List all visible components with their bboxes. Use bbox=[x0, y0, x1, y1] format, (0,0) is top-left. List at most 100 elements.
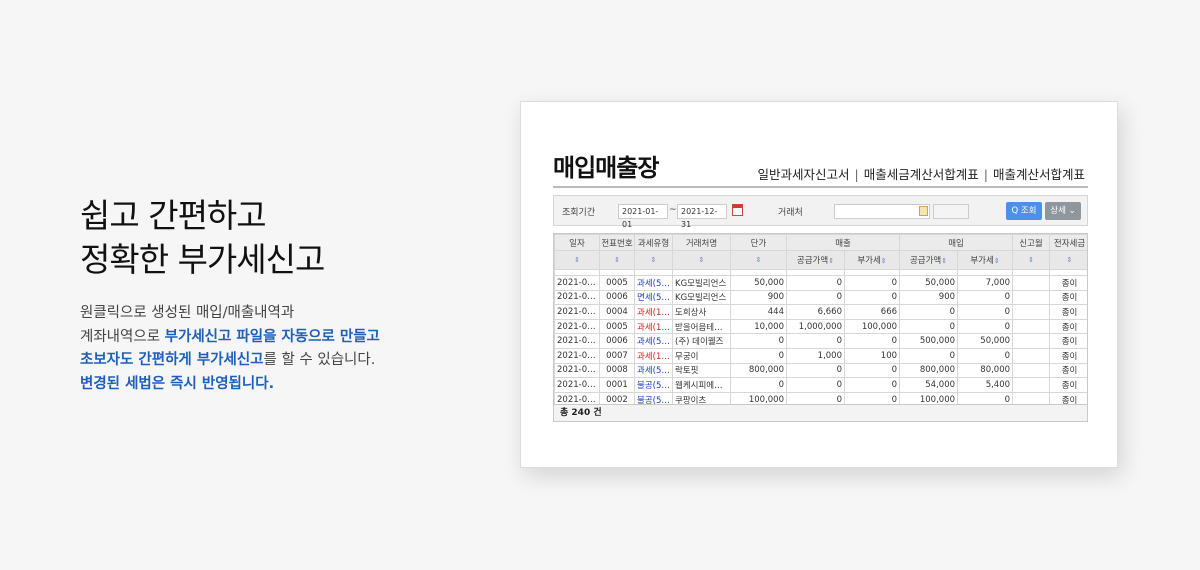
search-button[interactable]: Q 조회 bbox=[1006, 202, 1042, 220]
headline-line-1: 쉽고 간편하고 bbox=[80, 196, 267, 235]
cell-unit-price: 10,000 bbox=[730, 318, 787, 335]
cell-slip-no: 0005 bbox=[599, 318, 635, 335]
cell-purchase-vat: 5,400 bbox=[957, 377, 1014, 393]
sort-icon[interactable]: ⇕ bbox=[634, 250, 673, 270]
cell-sales-supply: 0 bbox=[786, 289, 845, 306]
table-row[interactable]: 2021-03-... 0005 과세(51) KG모빌리언스 50,000 0 0 50,0… bbox=[554, 275, 1087, 291]
cell-unit-price: 0 bbox=[730, 377, 787, 393]
partner-picker-icon[interactable] bbox=[919, 206, 928, 216]
cell-slip-no: 0008 bbox=[599, 362, 635, 379]
cell-e-tax: 종이 bbox=[1049, 362, 1087, 379]
cell-e-tax: 종이 bbox=[1049, 304, 1087, 320]
sort-icon[interactable]: ⇕ bbox=[730, 250, 787, 270]
cell-unit-price: 900 bbox=[730, 289, 787, 306]
cell-partner: KG모빌리언스 bbox=[672, 289, 731, 306]
cell-partner: 웹케시피에스... bbox=[672, 377, 731, 393]
col-slip-no[interactable]: 전표번호 bbox=[599, 234, 635, 251]
cell-sales-vat: 100,000 bbox=[843, 318, 901, 335]
col-tax-type[interactable]: 과세유형 bbox=[634, 234, 673, 251]
sort-icon: ⇕ bbox=[880, 257, 887, 265]
cell-sales-supply: 0 bbox=[786, 275, 845, 291]
cell-tax-type: 과세(11) bbox=[634, 304, 673, 320]
col-group-sales: 매출 bbox=[785, 234, 901, 251]
cell-sales-vat: 0 bbox=[843, 362, 901, 379]
cell-sales-supply: 1,000,000 bbox=[786, 318, 845, 335]
detail-button[interactable]: 상세 ⌄ bbox=[1045, 202, 1081, 220]
link-general-tax-return[interactable]: 일반과세자신고서 bbox=[758, 167, 850, 182]
cell-sales-supply: 6,660 bbox=[786, 304, 845, 320]
sort-icon: ⇕ bbox=[941, 257, 948, 265]
cell-sales-supply: 0 bbox=[786, 377, 845, 393]
sort-icon[interactable]: ⇕ bbox=[599, 250, 635, 270]
cell-slip-no: 0006 bbox=[599, 333, 635, 349]
partner-input[interactable] bbox=[834, 204, 930, 219]
page-title: 매입매출장 bbox=[553, 154, 659, 182]
cell-sales-supply: 0 bbox=[786, 362, 845, 379]
cell-partner: KG모빌리언스 bbox=[672, 275, 731, 291]
table-row[interactable]: 2021-03-... 0001 불공(54) 웹케시피에스... 0 0 0 54,000 5… bbox=[554, 377, 1087, 393]
sort-icon[interactable]: ⇕ bbox=[554, 250, 600, 270]
sort-icon[interactable]: ⇕ bbox=[1012, 250, 1051, 270]
description-highlight: 부가세신고 파일을 자동으로 만들고 bbox=[164, 328, 380, 345]
cell-purchase-vat: 0 bbox=[957, 304, 1014, 320]
cell-report-month bbox=[1012, 333, 1051, 349]
cell-unit-price: 0 bbox=[730, 333, 787, 349]
cell-date: 2021-03-... bbox=[554, 347, 600, 364]
table-row[interactable]: 2021-03-... 0004 과세(11) 도희상사 444 6,660 666 0 0 종이 bbox=[554, 304, 1087, 320]
ledger-table: 일자 전표번호 과세유형 거래처명 단가 매출 매입 신고월 전자세금 ⇕ ⇕ … bbox=[553, 233, 1088, 422]
table-row[interactable]: 2021-03-... 0005 과세(11) 받을어음테스트 10,000 1,000,… bbox=[554, 318, 1087, 335]
date-from-input[interactable]: 2021-01-01 bbox=[618, 204, 668, 229]
col-sales-vat[interactable]: 부가세⇕ bbox=[843, 250, 901, 270]
col-e-tax[interactable]: 전자세금 bbox=[1049, 234, 1087, 251]
cell-partner: 무궁이 bbox=[672, 347, 731, 364]
partner-code-input[interactable] bbox=[933, 204, 969, 219]
cell-sales-vat: 0 bbox=[843, 377, 901, 393]
headline: 쉽고 간편하고 정확한 부가세신고 bbox=[80, 194, 325, 282]
description-line-2: 계좌내역으로 부가세신고 파일을 자동으로 만들고 bbox=[80, 326, 460, 350]
date-to-input[interactable]: 2021-12-31 bbox=[677, 204, 727, 229]
link-sales-invoice-summary[interactable]: 매출계산서합계표 bbox=[993, 167, 1085, 182]
cell-unit-price: 800,000 bbox=[730, 362, 787, 379]
col-purchase-vat[interactable]: 부가세⇕ bbox=[957, 250, 1014, 270]
cell-purchase-supply: 0 bbox=[899, 318, 959, 335]
col-unit-price[interactable]: 단가 bbox=[730, 234, 787, 251]
cell-tax-type: 과세(11) bbox=[634, 318, 673, 335]
cell-sales-supply: 1,000 bbox=[786, 347, 845, 364]
cell-e-tax: 종이 bbox=[1049, 377, 1087, 393]
sort-icon[interactable]: ⇕ bbox=[1049, 250, 1087, 270]
col-report-month[interactable]: 신고월 bbox=[1012, 234, 1051, 251]
cell-e-tax: 종이 bbox=[1049, 318, 1087, 335]
col-sales-supply[interactable]: 공급가액⇕ bbox=[786, 250, 845, 270]
col-purchase-supply[interactable]: 공급가액⇕ bbox=[899, 250, 959, 270]
cell-purchase-vat: 7,000 bbox=[957, 275, 1014, 291]
cell-purchase-supply: 900 bbox=[899, 289, 959, 306]
cell-purchase-vat: 0 bbox=[957, 347, 1014, 364]
cell-slip-no: 0006 bbox=[599, 289, 635, 306]
cell-purchase-supply: 0 bbox=[899, 304, 959, 320]
date-range-tilde: ~ bbox=[669, 205, 677, 215]
table-row[interactable]: 2021-03-... 0007 과세(11) 무궁이 0 1,000 100 0 0 종이 bbox=[554, 347, 1087, 364]
description-text: 를 할 수 있습니다. bbox=[263, 352, 376, 368]
cell-e-tax: 종이 bbox=[1049, 289, 1087, 306]
cell-purchase-vat: 80,000 bbox=[957, 362, 1014, 379]
cell-date: 2021-03-... bbox=[554, 333, 600, 349]
cell-e-tax: 종이 bbox=[1049, 275, 1087, 291]
cell-partner: 락토핏 bbox=[672, 362, 731, 379]
link-sales-tax-invoice-summary[interactable]: 매출세금계산서합계표 bbox=[864, 167, 979, 182]
partner-label: 거래처 bbox=[778, 208, 803, 218]
calendar-icon[interactable] bbox=[732, 204, 743, 216]
total-count: 총 240 건 bbox=[553, 404, 1088, 422]
cell-report-month bbox=[1012, 362, 1051, 379]
cell-report-month bbox=[1012, 275, 1051, 291]
headline-line-2: 정확한 부가세신고 bbox=[80, 240, 325, 279]
table-row[interactable]: 2021-03-... 0006 과세(51) (주) 데이웰즈 0 0 0 500,000 5… bbox=[554, 333, 1087, 349]
col-date[interactable]: 일자 bbox=[554, 234, 600, 251]
title-divider bbox=[553, 186, 1088, 188]
ledger-table-body: 2021-03-... 0005 과세(51) KG모빌리언스 50,000 0 0 50,0… bbox=[554, 269, 1087, 408]
table-row[interactable]: 2021-03-... 0006 면세(53) KG모빌리언스 900 0 0 900 0 종이 bbox=[554, 289, 1087, 306]
cell-date: 2021-03-... bbox=[554, 318, 600, 335]
cell-date: 2021-03-... bbox=[554, 275, 600, 291]
col-partner[interactable]: 거래처명 bbox=[672, 234, 731, 251]
table-row[interactable]: 2021-03-... 0008 과세(51) 락토핏 800,000 0 0 800,000… bbox=[554, 362, 1087, 379]
sort-icon[interactable]: ⇕ bbox=[672, 250, 731, 270]
